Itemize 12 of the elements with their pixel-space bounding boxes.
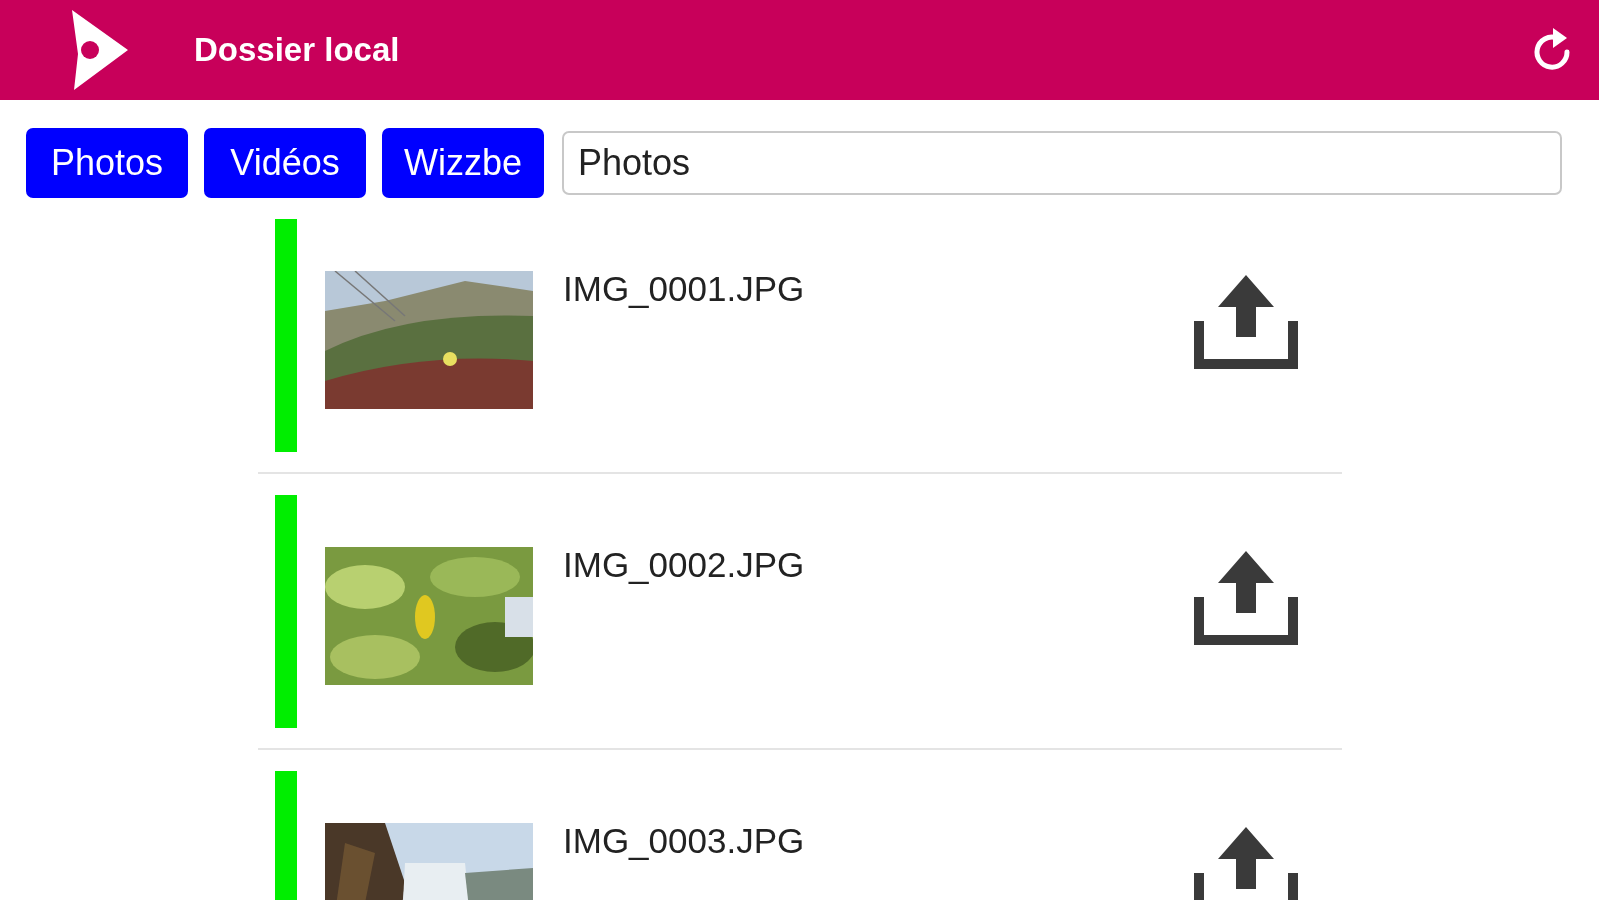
file-name: IMG_0003.JPG (563, 821, 806, 861)
tab-button[interactable]: Wizzbe (382, 128, 544, 198)
window-title: Dossier local (194, 31, 401, 69)
folder-field[interactable]: Photos (562, 131, 1562, 195)
tab-button[interactable]: Photos (26, 128, 188, 198)
upload-icon[interactable] (1194, 275, 1298, 369)
logo-icon (70, 10, 128, 90)
tab-button[interactable]: Vidéos (204, 128, 366, 198)
file-name: IMG_0001.JPG (563, 269, 806, 309)
file-name: IMG_0002.JPG (563, 545, 806, 585)
upload-icon[interactable] (1194, 827, 1298, 900)
upload-icon[interactable] (1194, 551, 1298, 645)
